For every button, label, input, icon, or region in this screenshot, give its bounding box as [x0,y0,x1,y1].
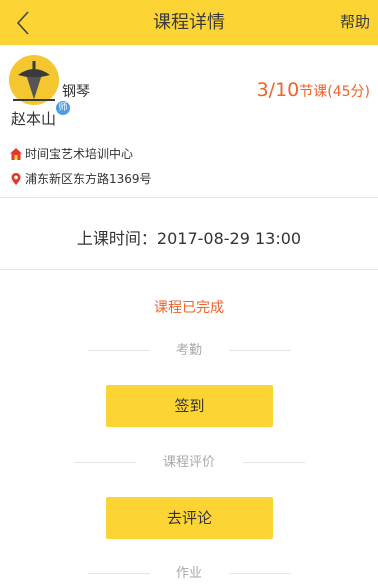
check-in-button[interactable]: 签到 [106,385,273,427]
address-row: 浦东新区东方路1369号 [9,170,152,187]
lesson-duration: (45分) [327,84,370,100]
school-row: 时间宝艺术培训中心 [9,145,133,162]
homework-title: 作业 [175,566,202,581]
location-pin-icon [9,172,23,186]
teacher-card: 师 钢琴 赵本山 3/10节课(45分) 时间宝艺术培训中心 浦东新区东方路13… [0,45,378,197]
divider [0,269,378,270]
nav-bar: 课程详情 帮助 [0,0,378,45]
spinning-top-icon [13,61,55,101]
back-button[interactable] [6,6,40,40]
class-time: 上课时间：2017-08-29 13:00 [0,225,378,249]
attendance-title: 考勤 [175,343,202,358]
go-review-button[interactable]: 去评论 [106,497,273,539]
school-name: 时间宝艺术培训中心 [25,147,134,161]
divider [0,197,378,198]
course-status: 课程已完成 [154,300,224,316]
lesson-progress-value: 3/10 [256,79,300,101]
evaluation-title: 课程评价 [162,455,215,470]
attendance-section-header: 考勤 [0,341,378,361]
lesson-progress: 3/10节课(45分) [257,79,370,101]
class-time-value: 2017-08-29 13:00 [156,229,302,248]
teacher-name: 赵本山 [11,110,57,128]
avatar[interactable]: 师 [9,55,70,115]
evaluation-section-header: 课程评价 [0,453,378,473]
address-text: 浦东新区东方路1369号 [25,172,152,186]
lesson-unit: 节课 [299,84,328,100]
course-subject: 钢琴 [62,84,90,100]
homework-section-header: 作业 [0,564,378,584]
page-title: 课程详情 [153,12,225,33]
help-button[interactable]: 帮助 [340,0,370,45]
home-icon [9,147,23,161]
class-time-label: 上课时间： [76,229,157,248]
teacher-badge: 师 [56,101,70,115]
chevron-left-icon [16,11,29,35]
